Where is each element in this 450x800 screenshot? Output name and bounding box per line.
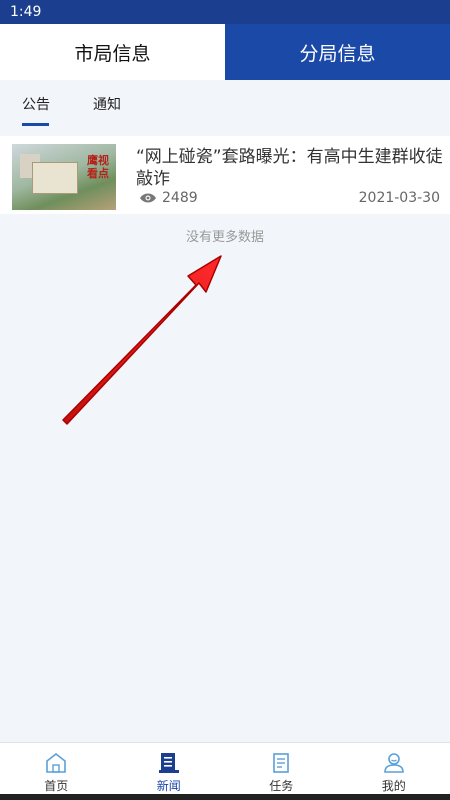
news-list-item[interactable]: 鹰视看点 “网上碰瓷”套路曝光：有高中生建群收徒敲诈 2489 2021-03-… [0, 136, 450, 214]
system-navigation-bar [0, 794, 450, 800]
news-date: 2021-03-30 [358, 190, 440, 206]
nav-profile[interactable]: 我的 [338, 743, 450, 795]
nav-task-label: 任务 [269, 779, 294, 793]
nav-home[interactable]: 首页 [0, 743, 113, 795]
profile-icon [383, 753, 404, 773]
bottom-nav: 首页 新闻 任务 我的 [0, 742, 450, 795]
news-view-count: 2489 [162, 190, 198, 206]
sub-tab-bar: 公告 通知 [0, 80, 450, 128]
status-bar: 1:49 [0, 0, 450, 24]
nav-news-label: 新闻 [156, 779, 181, 793]
tab-city-info[interactable]: 市局信息 [0, 24, 225, 80]
nav-home-label: 首页 [44, 779, 69, 793]
nav-profile-label: 我的 [381, 779, 406, 793]
tab-notice[interactable]: 通知 [93, 94, 121, 114]
top-tab-bar: 市局信息 分局信息 [0, 24, 450, 80]
tab-announcement[interactable]: 公告 [22, 94, 50, 114]
home-icon [46, 752, 67, 773]
tab-branch-info[interactable]: 分局信息 [225, 24, 450, 80]
task-icon [273, 753, 290, 773]
no-more-data-label: 没有更多数据 [185, 230, 264, 245]
status-time: 1:49 [10, 4, 42, 20]
nav-task[interactable]: 任务 [225, 743, 338, 795]
news-title: “网上碰瓷”套路曝光：有高中生建群收徒敲诈 [136, 147, 443, 189]
thumbnail-building [32, 162, 78, 194]
news-icon [158, 753, 179, 773]
news-views: 2489 [140, 190, 198, 206]
active-tab-indicator [22, 123, 49, 126]
eye-icon [140, 193, 156, 203]
nav-news[interactable]: 新闻 [113, 743, 226, 795]
news-thumbnail: 鹰视看点 [12, 144, 116, 210]
thumbnail-logo-text: 鹰视看点 [87, 154, 109, 180]
